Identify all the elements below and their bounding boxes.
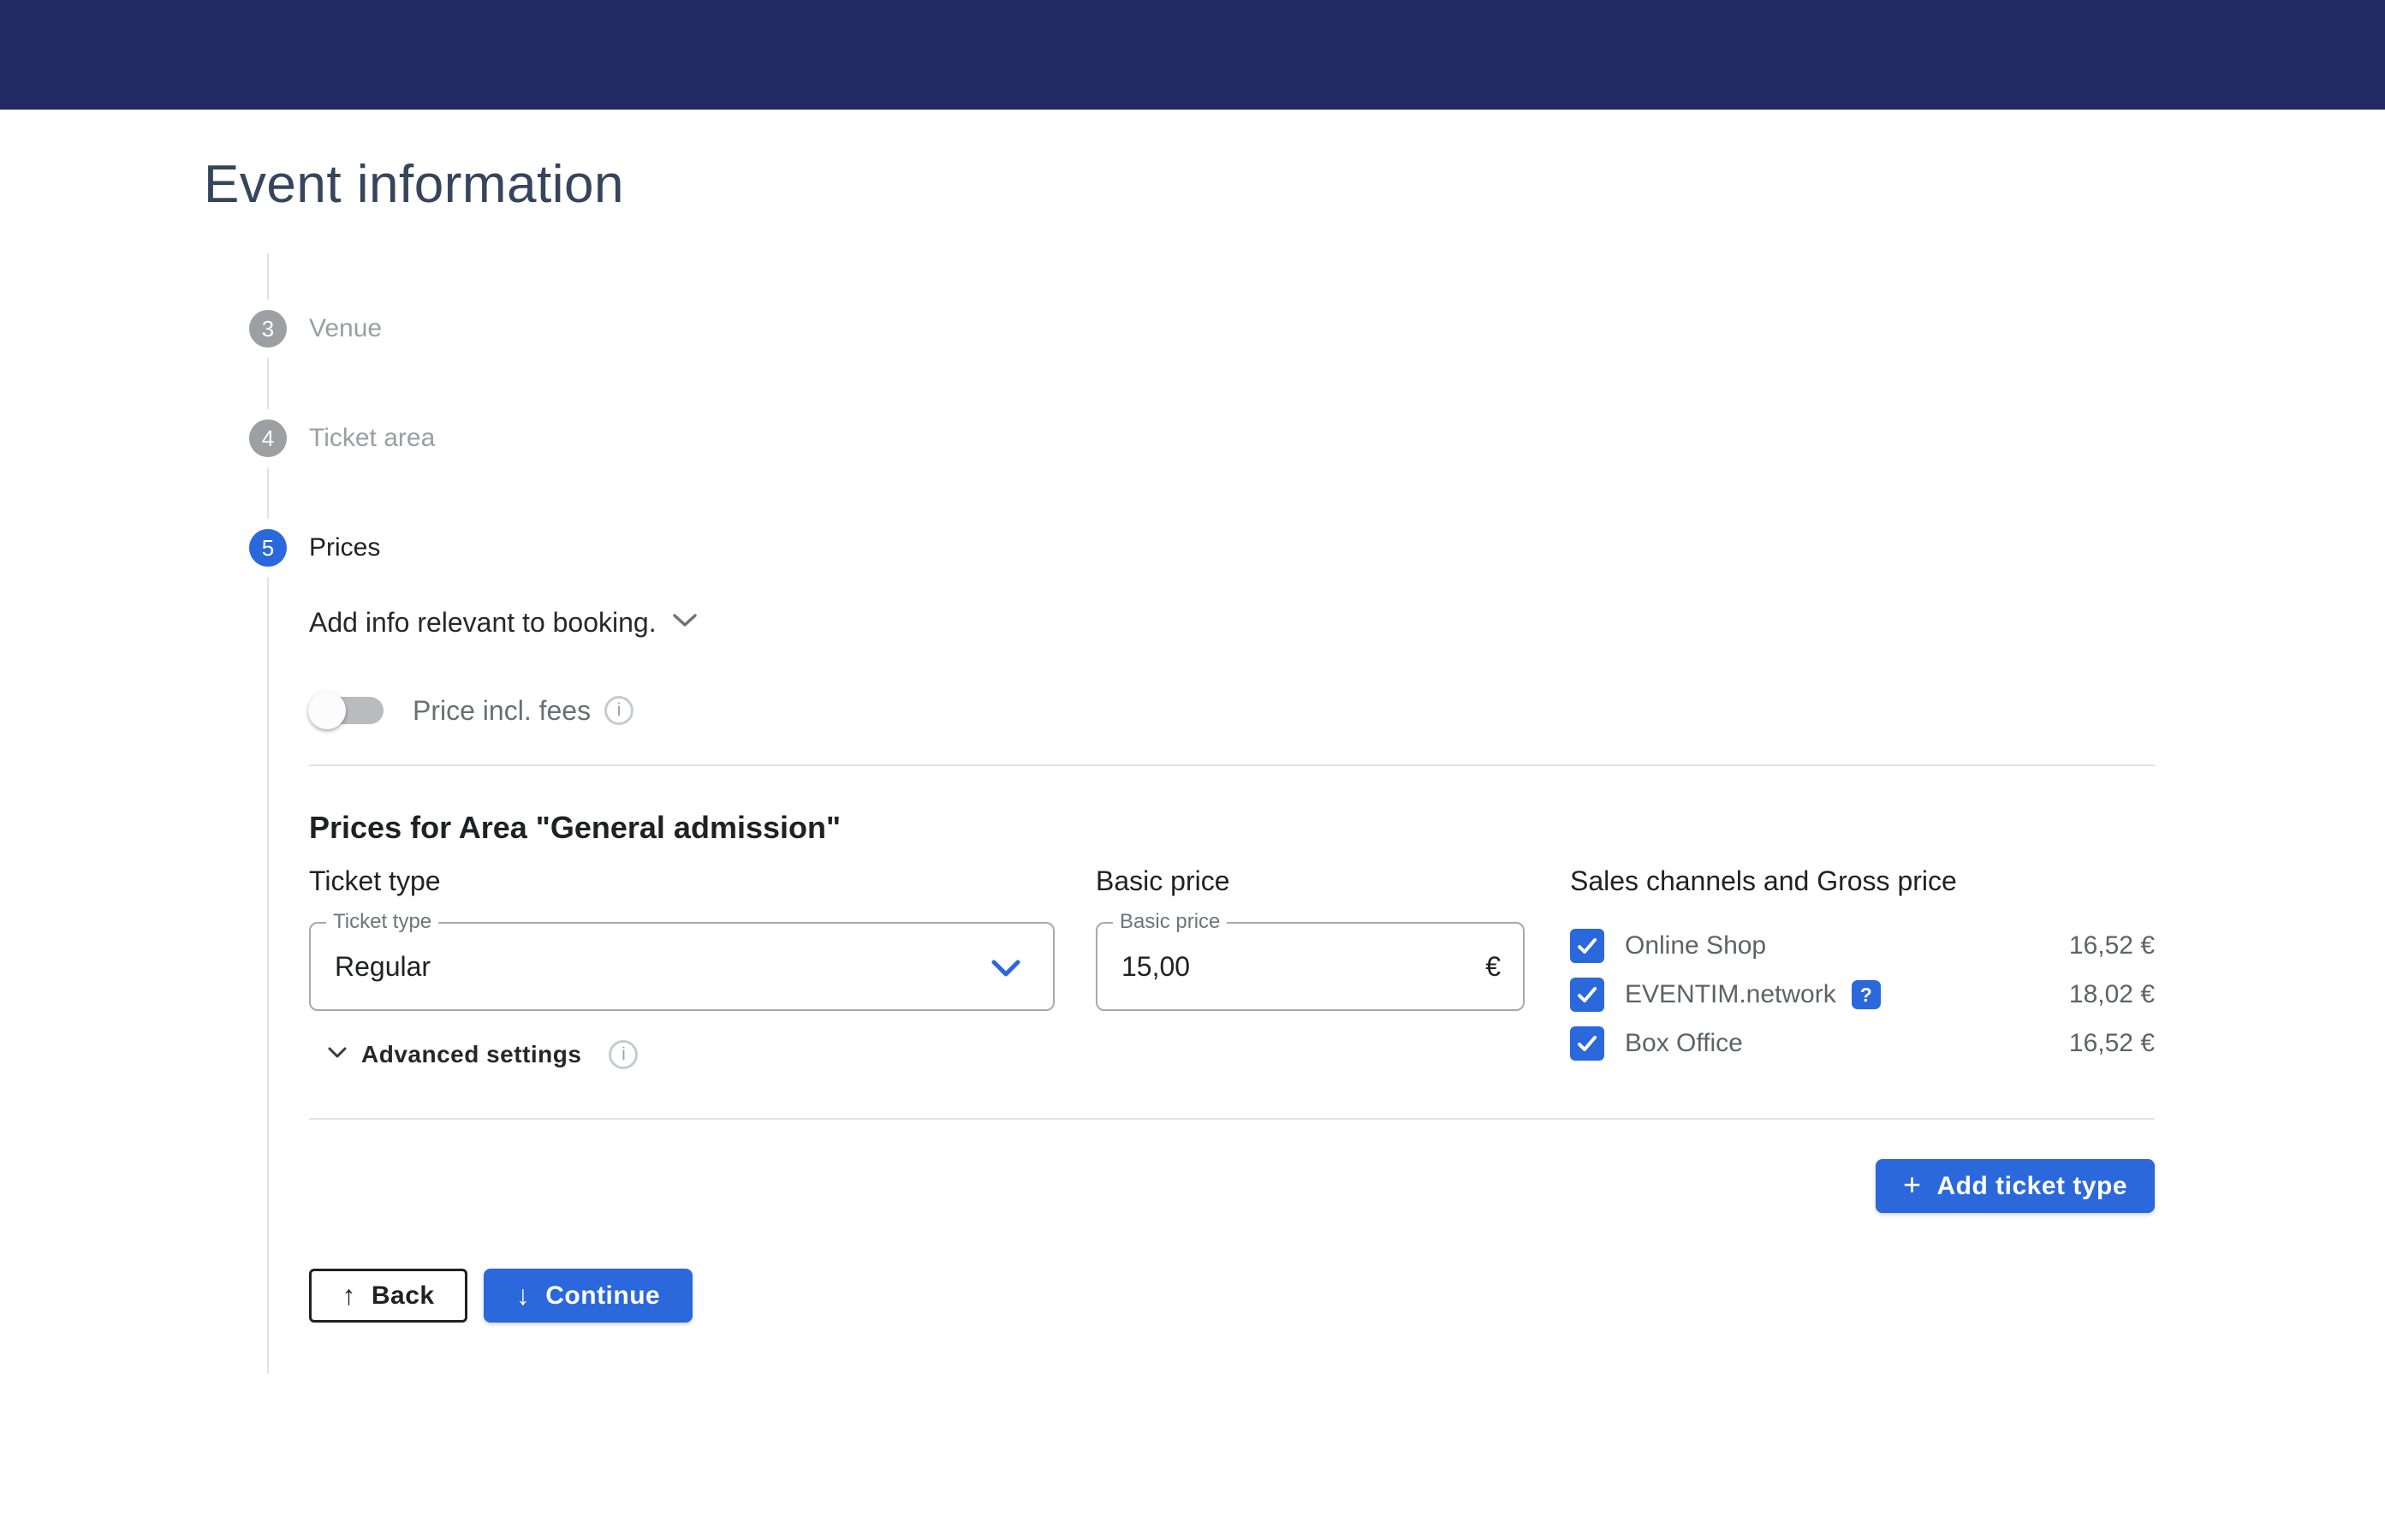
step-number-badge: 4 (249, 419, 287, 457)
booking-info-label: Add info relevant to booking. (309, 607, 657, 639)
channel-gross-price: 18,02 € (2069, 980, 2155, 1009)
checkmark-icon (1574, 982, 1600, 1008)
basic-price-input[interactable] (1121, 924, 1447, 1009)
box-office-checkbox[interactable] (1570, 1026, 1604, 1061)
price-incl-fees-toggle[interactable] (312, 697, 384, 724)
toggle-knob (308, 692, 346, 729)
checkmark-icon (1574, 1031, 1600, 1056)
stepper-step-prices[interactable]: 5 Prices (249, 529, 380, 567)
ticket-type-selected-value: Regular (335, 924, 431, 1009)
stepper-step-ticket-area[interactable]: 4 Ticket area (249, 419, 435, 457)
channel-gross-price: 16,52 € (2069, 1029, 2155, 1058)
advanced-settings-expander[interactable]: Advanced settings i (327, 1039, 638, 1070)
channel-gross-price: 16,52 € (2069, 931, 2155, 960)
price-incl-fees-label: Price incl. fees (413, 695, 591, 727)
chevron-down-icon (672, 613, 698, 633)
arrow-up-icon: ↑ (342, 1280, 356, 1311)
column-header-sales-channels: Sales channels and Gross price (1570, 865, 1957, 897)
app-header (0, 0, 2385, 110)
section-divider (309, 1118, 2155, 1120)
section-divider (309, 764, 2155, 766)
column-header-basic-price: Basic price (1096, 865, 1230, 897)
arrow-down-icon: ↓ (516, 1280, 531, 1311)
online-shop-checkbox[interactable] (1570, 929, 1604, 963)
basic-price-field: Basic price € (1096, 922, 1525, 1011)
step-number-badge: 5 (249, 529, 287, 567)
booking-info-expander[interactable]: Add info relevant to booking. (309, 604, 698, 641)
step-number: 4 (262, 425, 274, 452)
channel-row-online-shop: Online Shop 16,52 € (1570, 929, 2155, 963)
step-label: Prices (309, 533, 380, 562)
back-button[interactable]: ↑ Back (309, 1269, 467, 1323)
add-ticket-type-button[interactable]: + Add ticket type (1876, 1159, 2155, 1213)
back-label: Back (372, 1281, 435, 1311)
channel-row-eventim-network: EVENTIM.network ? 18,02 € (1570, 978, 2155, 1012)
chevron-down-icon (327, 1046, 348, 1063)
stepper-step-venue[interactable]: 3 Venue (249, 310, 382, 348)
help-question-badge[interactable]: ? (1852, 980, 1881, 1009)
channel-label: Box Office (1625, 1029, 1743, 1058)
checkmark-icon (1574, 933, 1600, 959)
continue-label: Continue (545, 1281, 660, 1311)
channel-row-box-office: Box Office 16,52 € (1570, 1026, 2155, 1061)
plus-icon: + (1903, 1167, 1922, 1203)
add-ticket-type-label: Add ticket type (1936, 1172, 2127, 1201)
currency-suffix: € (1485, 924, 1501, 1009)
channel-label: EVENTIM.network (1625, 980, 1836, 1009)
select-chevron-down-icon (991, 960, 1020, 982)
channel-label: Online Shop (1625, 931, 1766, 960)
area-prices-heading: Prices for Area "General admission" (309, 810, 841, 846)
step-label: Ticket area (309, 424, 435, 453)
price-incl-fees-row: Price incl. fees i (312, 692, 633, 729)
advanced-settings-label: Advanced settings (361, 1041, 581, 1068)
info-icon[interactable]: i (609, 1040, 638, 1069)
step-number-badge: 3 (249, 310, 287, 348)
step-number: 3 (262, 316, 274, 342)
info-icon[interactable]: i (604, 696, 633, 725)
eventim-network-checkbox[interactable] (1570, 978, 1604, 1012)
ticket-type-select[interactable]: Ticket type Regular (309, 922, 1055, 1011)
page-title: Event information (204, 154, 624, 215)
continue-button[interactable]: ↓ Continue (484, 1269, 693, 1323)
column-header-ticket-type: Ticket type (309, 865, 441, 897)
step-number: 5 (262, 535, 274, 562)
sales-channels-list: Online Shop 16,52 € EVENTIM.network ? 18… (1570, 929, 2155, 1075)
step-label: Venue (309, 314, 382, 343)
